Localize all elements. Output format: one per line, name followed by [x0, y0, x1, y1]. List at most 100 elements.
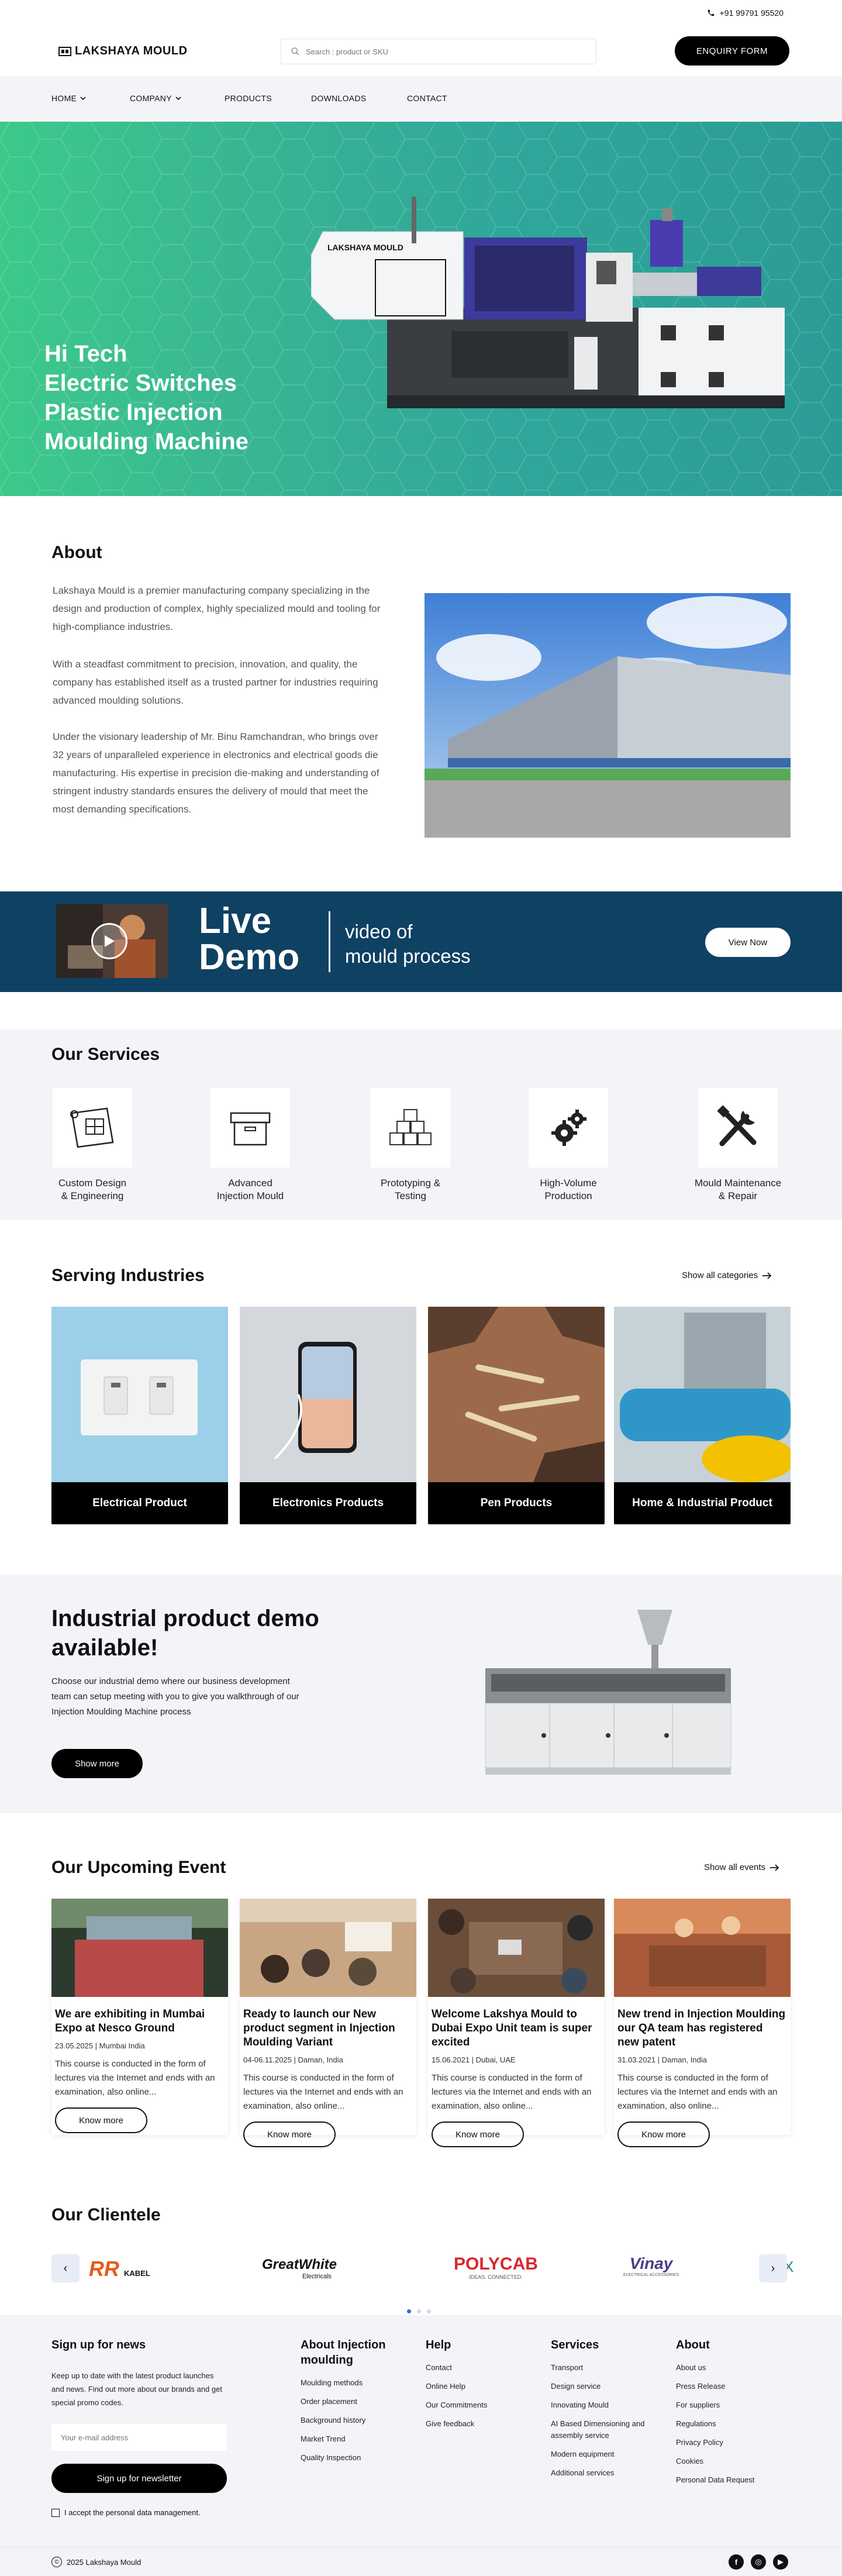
footer-link[interactable]: Quality Inspection: [301, 2448, 406, 2467]
pens-image: [428, 1307, 605, 1482]
event-card[interactable]: New trend in Injection Moulding our QA t…: [614, 1899, 791, 2147]
carousel-dot[interactable]: [417, 2309, 421, 2313]
event-description: This course is conducted in the form of …: [617, 2073, 778, 2111]
industry-card-pen[interactable]: Pen Products: [428, 1307, 605, 1524]
video-thumbnail[interactable]: [56, 904, 168, 978]
footer-col-help: Help Contact Online Help Our Commitments…: [426, 2337, 519, 2433]
carousel-dot[interactable]: [427, 2309, 431, 2313]
nav-downloads[interactable]: DOWNLOADS: [311, 94, 367, 103]
clientele-title: Our Clientele: [51, 2205, 161, 2224]
events-title: Our Upcoming Event: [51, 1858, 226, 1877]
service-label: High-Volume: [540, 1177, 597, 1189]
service-maintenance[interactable]: Mould Maintenance & Repair: [674, 1088, 802, 1203]
footer-link[interactable]: Give feedback: [426, 2415, 519, 2433]
footer-link[interactable]: Online Help: [426, 2377, 519, 2396]
show-all-label: Show all categories: [682, 1270, 758, 1280]
play-icon: [105, 935, 115, 947]
service-custom-design[interactable]: Custom Design & Engineering: [28, 1088, 157, 1203]
subtitle-line-1: video of: [345, 921, 413, 942]
newsletter-email-input[interactable]: [51, 2424, 227, 2451]
instagram-icon[interactable]: ◎: [751, 2554, 766, 2570]
site-logo[interactable]: LAKSHAYA MOULD: [58, 44, 188, 58]
extruder-machine-image: [485, 1610, 731, 1775]
footer-link[interactable]: Moulding methods: [301, 2374, 406, 2392]
event-image: [614, 1899, 791, 1997]
footer-link[interactable]: Modern equipment: [551, 2445, 668, 2464]
footer-link[interactable]: Regulations: [676, 2415, 787, 2433]
nav-company[interactable]: COMPANY: [130, 94, 181, 103]
event-card[interactable]: Welcome Lakshya Mould to Dubai Expo Unit…: [428, 1899, 605, 2147]
footer-link[interactable]: Personal Data Request: [676, 2471, 787, 2489]
carousel-dot-active[interactable]: [407, 2309, 411, 2313]
switch-image: [51, 1307, 228, 1482]
carousel-next-button[interactable]: ›: [759, 2254, 787, 2282]
footer-link[interactable]: Contact: [426, 2358, 519, 2377]
footer-link[interactable]: Design service: [551, 2377, 668, 2396]
main-nav: HOME COMPANY PRODUCTS DOWNLOADS CONTACT: [0, 77, 842, 122]
event-card[interactable]: Ready to launch our New product segment …: [240, 1899, 416, 2147]
industry-label: Electrical Product: [51, 1482, 228, 1524]
view-now-button[interactable]: View Now: [705, 928, 791, 957]
footer-link[interactable]: Transport: [551, 2358, 668, 2377]
show-all-label: Show all events: [704, 1862, 766, 1872]
client-name: RR: [89, 2257, 119, 2281]
footer-link[interactable]: Market Trend: [301, 2430, 406, 2448]
nav-products[interactable]: PRODUCTS: [225, 94, 272, 103]
footer-link[interactable]: Privacy Policy: [676, 2433, 787, 2452]
hero-line-2: Electric Switches: [44, 370, 237, 396]
industrial-demo-section: Industrial product demo available! Choos…: [0, 1575, 842, 1813]
footer-link[interactable]: For suppliers: [676, 2396, 787, 2415]
newsletter-signup-button[interactable]: Sign up for newsletter: [51, 2464, 227, 2493]
event-card[interactable]: We are exhibiting in Mumbai Expo at Nesc…: [51, 1899, 228, 2135]
logo-text: LAKSHAYA MOULD: [75, 44, 188, 57]
nav-home[interactable]: HOME: [51, 94, 86, 103]
services-section: Our Services Custom Design & Engineering …: [0, 1029, 842, 1220]
industry-card-electrical[interactable]: Electrical Product: [51, 1307, 228, 1524]
industry-label: Home & Industrial Product: [614, 1482, 791, 1524]
footer-link[interactable]: Additional services: [551, 2464, 668, 2482]
service-label: & Engineering: [61, 1190, 124, 1201]
phone-link[interactable]: +91 99791 95520: [707, 8, 784, 18]
service-label: Testing: [395, 1190, 426, 1201]
show-more-button[interactable]: Show more: [51, 1749, 143, 1778]
services-title: Our Services: [51, 1045, 160, 1064]
footer-link[interactable]: Background history: [301, 2411, 406, 2430]
event-title: We are exhibiting in Mumbai Expo at Nesc…: [55, 2008, 205, 2034]
know-more-button[interactable]: Know more: [617, 2122, 710, 2147]
hero-line-1: Hi Tech: [44, 341, 127, 367]
industry-card-electronics[interactable]: Electronics Products: [240, 1307, 416, 1524]
footer-link[interactable]: Innovating Mould: [551, 2396, 668, 2415]
blueprint-icon: [53, 1088, 132, 1168]
phone-image: [240, 1307, 416, 1482]
service-label: Production: [544, 1190, 592, 1201]
know-more-button[interactable]: Know more: [243, 2122, 336, 2147]
search-input[interactable]: [306, 47, 596, 56]
client-sub: ELECTRICAL ACCESSORIES: [623, 2273, 679, 2277]
consent-checkbox[interactable]: I accept the personal data management.: [51, 2508, 201, 2517]
nav-contact[interactable]: CONTACT: [407, 94, 447, 103]
carousel-prev-button[interactable]: ‹: [51, 2254, 80, 2282]
show-all-categories-link[interactable]: Show all categories: [682, 1270, 772, 1280]
footer-link[interactable]: Order placement: [301, 2392, 406, 2411]
footer-link[interactable]: About us: [676, 2358, 787, 2377]
footer-link[interactable]: Press Release: [676, 2377, 787, 2396]
client-logo-rr: RR KABEL: [89, 2257, 150, 2281]
client-name: GreatWhite: [262, 2257, 337, 2272]
search-box[interactable]: [281, 39, 596, 64]
youtube-icon[interactable]: ▶: [773, 2554, 788, 2570]
footer-link[interactable]: Our Commitments: [426, 2396, 519, 2415]
know-more-button[interactable]: Know more: [432, 2122, 524, 2147]
footer-link[interactable]: AI Based Dimensioning and assembly servi…: [551, 2415, 668, 2445]
show-all-events-link[interactable]: Show all events: [704, 1862, 779, 1872]
event-image: [428, 1899, 605, 1997]
service-injection-mould[interactable]: Advanced Injection Mould: [186, 1088, 315, 1203]
know-more-button[interactable]: Know more: [55, 2107, 147, 2133]
service-high-volume[interactable]: High-Volume Production: [504, 1088, 633, 1203]
checkbox-box[interactable]: [51, 2508, 60, 2517]
facebook-icon[interactable]: f: [729, 2554, 744, 2570]
industry-card-home-industrial[interactable]: Home & Industrial Product: [614, 1307, 791, 1524]
service-prototyping[interactable]: Prototyping & Testing: [346, 1088, 475, 1203]
footer-link[interactable]: Cookies: [676, 2452, 787, 2471]
play-button[interactable]: [91, 923, 127, 959]
enquiry-button[interactable]: ENQUIRY FORM: [675, 36, 789, 66]
